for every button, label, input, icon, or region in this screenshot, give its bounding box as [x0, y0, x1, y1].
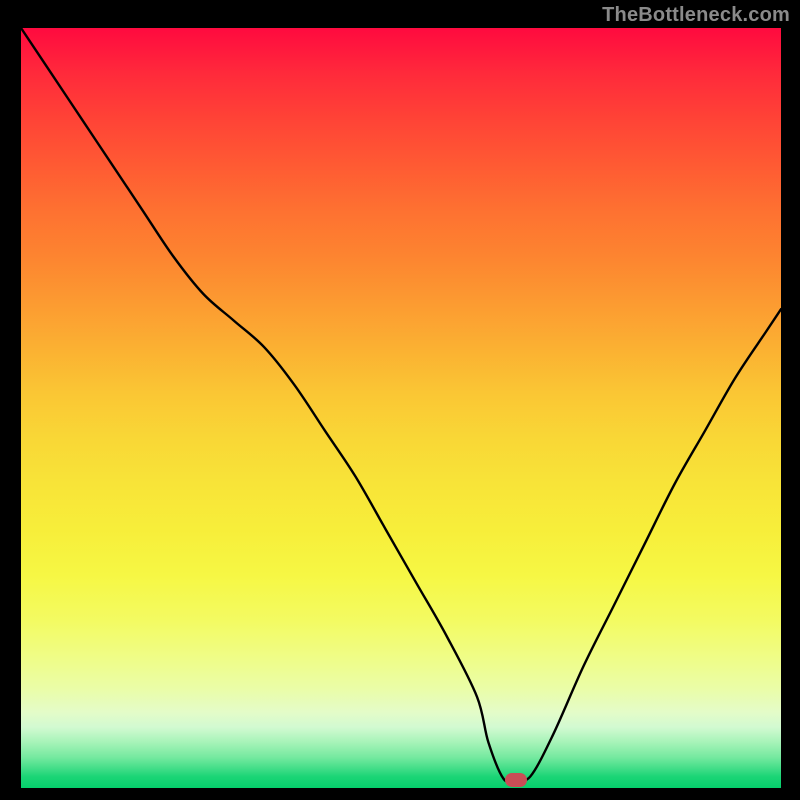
plot-area	[21, 28, 781, 788]
bottleneck-curve	[21, 28, 781, 782]
watermark-text: TheBottleneck.com	[602, 4, 790, 27]
chart-frame: TheBottleneck.com	[0, 0, 800, 800]
optimum-marker	[505, 773, 527, 787]
curve-layer	[21, 28, 781, 788]
